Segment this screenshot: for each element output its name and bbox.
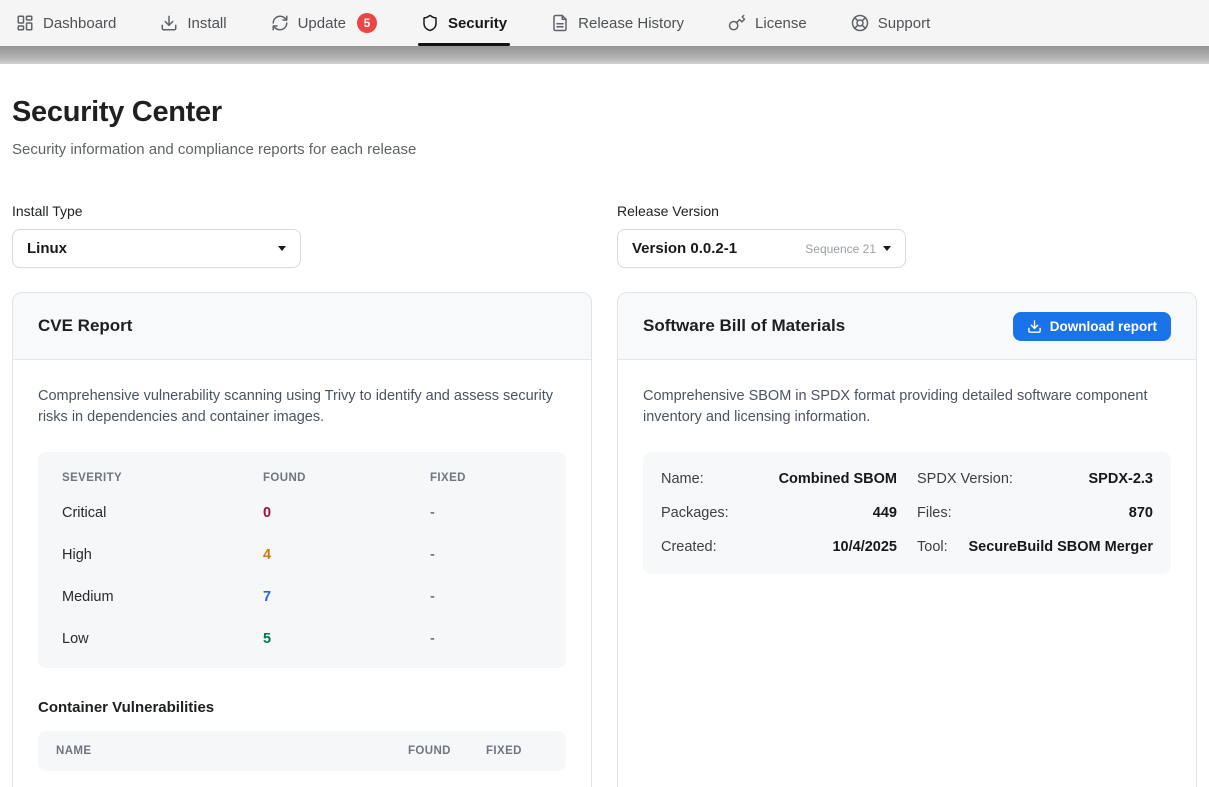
container-vulnerabilities-title: Container Vulnerabilities [38,699,566,716]
detail-value: 870 [1129,505,1153,521]
fixed-count: - [430,631,542,647]
col-found: Found [263,472,430,484]
severity-label: Critical [62,505,263,521]
sbom-card-body: Comprehensive SBOM in SPDX format provid… [618,360,1196,600]
severity-label: Low [62,631,263,647]
cve-card-body: Comprehensive vulnerability scanning usi… [13,360,591,787]
refresh-icon [271,14,289,32]
shield-icon [421,14,439,32]
sbom-detail-packages: Packages: 449 [661,496,897,530]
detail-label: SPDX Version: [917,471,1013,487]
sbom-card: Software Bill of Materials Download repo… [617,292,1197,787]
found-count: 0 [263,505,430,521]
container-vulnerabilities-header: Name Found Fixed [38,731,566,771]
cve-report-card: CVE Report Comprehensive vulnerability s… [12,292,592,787]
release-version-filter: Release Version Version 0.0.2-1 Sequence… [617,203,1197,268]
cve-card-header: CVE Report [13,293,591,360]
sbom-detail-spdx-version: SPDX Version: SPDX-2.3 [917,462,1153,496]
found-count: 7 [263,589,430,605]
detail-value: SPDX-2.3 [1089,471,1153,487]
chevron-down-icon [278,246,286,251]
sbom-detail-name: Name: Combined SBOM [661,462,897,496]
document-icon [551,14,569,32]
nav-label: Release History [578,15,684,32]
table-row-high: High 4 - [38,534,566,576]
detail-label: Created: [661,539,717,555]
table-row-critical: Critical 0 - [38,492,566,534]
cve-card-title: CVE Report [38,316,132,336]
detail-value: SecureBuild SBOM Merger [968,539,1153,555]
found-count: 4 [263,547,430,563]
nav-item-update[interactable]: Update 5 [271,0,377,46]
nav-label: Update [298,15,346,32]
col-fixed: Fixed [430,472,542,484]
sbom-card-header: Software Bill of Materials Download repo… [618,293,1196,360]
install-type-label: Install Type [12,203,592,219]
dashboard-icon [16,14,34,32]
release-version-value: Version 0.0.2-1 [632,240,737,257]
sbom-description: Comprehensive SBOM in SPDX format provid… [643,386,1163,429]
severity-label: High [62,547,263,563]
download-icon [160,14,178,32]
nav-item-install[interactable]: Install [160,0,226,46]
nav-item-license[interactable]: License [728,0,807,46]
col-name: Name [56,745,408,757]
filters-row: Install Type Linux Release Version Versi… [12,203,1197,268]
detail-value: 449 [873,505,897,521]
detail-value: 10/4/2025 [832,539,897,555]
report-cards: CVE Report Comprehensive vulnerability s… [12,292,1197,787]
nav-label: Security [448,15,507,32]
detail-label: Files: [917,505,952,521]
key-icon [728,14,746,32]
nav-label: Install [187,15,226,32]
install-type-value: Linux [27,240,67,257]
install-type-filter: Install Type Linux [12,203,592,268]
sbom-detail-files: Files: 870 [917,496,1153,530]
cve-description: Comprehensive vulnerability scanning usi… [38,386,558,429]
life-buoy-icon [851,14,869,32]
nav-label: License [755,15,807,32]
severity-table: Severity Found Fixed Critical 0 - High 4… [38,452,566,668]
nav-item-support[interactable]: Support [851,0,931,46]
col-fixed: Fixed [486,745,548,757]
table-row-low: Low 5 - [38,618,566,660]
download-icon [1027,319,1042,334]
detail-label: Packages: [661,505,729,521]
top-navigation: Dashboard Install Update 5 Security Rele… [0,0,1209,46]
nav-item-release-history[interactable]: Release History [551,0,684,46]
sbom-details-grid: Name: Combined SBOM SPDX Version: SPDX-2… [643,452,1171,574]
security-center-page: Security Center Security information and… [0,64,1209,787]
nav-item-security[interactable]: Security [421,0,507,46]
col-severity: Severity [62,472,263,484]
col-found: Found [408,745,486,757]
fixed-count: - [430,505,542,521]
detail-label: Name: [661,471,704,487]
install-type-select[interactable]: Linux [12,229,301,268]
nav-label: Dashboard [43,15,116,32]
fixed-count: - [430,547,542,563]
release-version-label: Release Version [617,203,1197,219]
release-version-select[interactable]: Version 0.0.2-1 Sequence 21 [617,229,906,268]
page-title: Security Center [12,96,1197,129]
sbom-card-title: Software Bill of Materials [643,316,845,336]
sbom-detail-tool: Tool: SecureBuild SBOM Merger [917,530,1153,564]
severity-label: Medium [62,589,263,605]
nav-item-dashboard[interactable]: Dashboard [16,0,116,46]
nav-shadow-band [0,46,1209,64]
nav-label: Support [878,15,931,32]
found-count: 5 [263,631,430,647]
detail-label: Tool: [917,539,948,555]
sbom-detail-created: Created: 10/4/2025 [661,530,897,564]
update-count-badge: 5 [357,13,377,33]
download-report-label: Download report [1050,319,1157,334]
download-report-button[interactable]: Download report [1013,312,1171,341]
sequence-meta: Sequence 21 [805,242,876,256]
chevron-down-icon [883,246,891,251]
severity-table-header: Severity Found Fixed [38,458,566,492]
fixed-count: - [430,589,542,605]
page-subtitle: Security information and compliance repo… [12,141,1197,158]
table-row-medium: Medium 7 - [38,576,566,618]
detail-value: Combined SBOM [779,471,897,487]
